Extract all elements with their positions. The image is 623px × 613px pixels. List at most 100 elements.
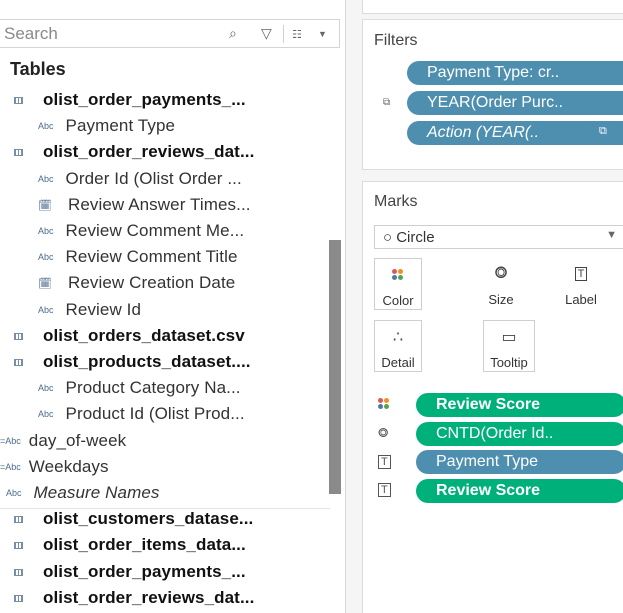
field-label: day_of-week <box>28 431 127 450</box>
field-label: olist_products_dataset.... <box>43 352 251 371</box>
field-label: olist_order_items_data... <box>43 535 246 554</box>
field-item[interactable]: Abc Payment Type <box>0 113 330 139</box>
color-button[interactable]: Color <box>374 258 422 310</box>
table-item[interactable]: olist_order_payments_... <box>0 87 330 113</box>
abc-icon: Abc <box>38 252 54 262</box>
marks-pill-label: Payment Type <box>436 453 538 470</box>
label-icon: T <box>378 455 391 469</box>
table-item[interactable]: olist_orders_dataset.csv <box>0 323 330 349</box>
field-label: Review Comment Title <box>65 247 238 266</box>
field-item[interactable]: Abc Review Comment Me... <box>0 218 330 244</box>
marks-pill-label-review-score[interactable]: Review Score <box>416 479 623 503</box>
view-options-icon[interactable]: ☷ <box>292 28 302 41</box>
tooltip-button-label: Tooltip <box>490 355 528 370</box>
abc-icon: Abc <box>38 121 54 131</box>
label-icon: T <box>378 483 391 497</box>
table-item[interactable]: olist_order_items_data... <box>0 532 330 558</box>
field-item[interactable]: Abc Review Id <box>0 297 330 323</box>
tooltip-button[interactable]: ▭ Tooltip <box>483 320 535 372</box>
abc-icon: Abc <box>38 226 54 236</box>
filter-pill-year-order-purchase[interactable]: YEAR(Order Purc.. <box>407 91 623 115</box>
abc-icon: Abc <box>6 488 22 498</box>
marks-pill-label: Review Score <box>436 396 541 413</box>
size-button-label: Size <box>488 292 514 307</box>
scrollbar[interactable] <box>329 240 341 494</box>
calc-abc-icon: =Abc <box>0 436 21 446</box>
mark-type-value: ○ Circle <box>383 228 435 246</box>
size-icon: ⭗ <box>494 265 508 282</box>
detail-icon: ∴ <box>392 329 404 346</box>
field-label: Review Id <box>65 300 142 319</box>
field-label: Measure Names <box>33 483 160 502</box>
table-item[interactable]: olist_order_reviews_dat... <box>0 585 330 611</box>
size-button[interactable]: ⭗ Size <box>473 258 529 310</box>
filters-title: Filters <box>374 32 418 49</box>
marks-pill-size-cntd-order-id[interactable]: CNTD(Order Id.. <box>416 422 623 446</box>
table-item[interactable]: olist_order_reviews_dat... <box>0 139 330 165</box>
table-icon <box>14 148 23 156</box>
search-box: ⌕ ▽ ☷ ▼ <box>0 19 340 48</box>
filter-icon[interactable]: ▽ <box>261 25 272 42</box>
color-icon <box>392 265 404 285</box>
filter-pill-label: Payment Type: cr.. <box>427 64 560 81</box>
field-item[interactable]: Abc Review Comment Title <box>0 244 330 270</box>
color-button-label: Color <box>382 293 414 308</box>
field-label: Product Id (Olist Prod... <box>65 404 245 423</box>
field-label: Product Category Na... <box>65 378 241 397</box>
label-button[interactable]: T Label <box>553 258 609 310</box>
table-icon <box>14 541 23 549</box>
field-item[interactable]: =Abc Weekdays <box>0 454 330 480</box>
abc-icon: Abc <box>38 383 54 393</box>
section-divider <box>0 508 330 509</box>
toolbar-divider <box>283 25 284 43</box>
field-item[interactable]: Abc Product Category Na... <box>0 375 330 401</box>
label-icon: T <box>574 264 588 284</box>
field-label: Payment Type <box>65 116 176 135</box>
size-icon: ⭗ <box>378 425 389 440</box>
table-item[interactable]: olist_customers_datase... <box>0 506 330 532</box>
detail-button[interactable]: ∴ Detail <box>374 320 422 372</box>
pages-card <box>362 0 623 14</box>
field-item[interactable]: Abc Measure Names <box>0 480 330 506</box>
color-icon <box>378 398 390 413</box>
table-item[interactable]: olist_products_dataset.... <box>0 349 330 375</box>
filter-pill-action-year[interactable]: Action (YEAR(.. ⧉ <box>407 121 623 145</box>
table-icon <box>14 332 23 340</box>
table-icon <box>14 358 23 366</box>
table-item[interactable]: olist_order_payments_... <box>0 559 330 585</box>
filter-pill-payment-type[interactable]: Payment Type: cr.. <box>407 61 623 85</box>
table-icon <box>14 96 23 104</box>
calendar-icon: 🗓 <box>38 199 52 212</box>
field-label: olist_order_payments_... <box>43 90 246 109</box>
marks-pill-label: Review Score <box>436 482 541 499</box>
table-icon <box>14 515 23 523</box>
label-button-label: Label <box>565 292 597 307</box>
field-label: Review Creation Date <box>67 273 236 292</box>
mark-type-dropdown[interactable]: ○ Circle ▼ <box>374 225 623 249</box>
marks-pill-label-payment-type[interactable]: Payment Type <box>416 450 623 474</box>
field-label: Weekdays <box>28 457 109 476</box>
tables-heading: Tables <box>10 59 66 79</box>
field-label: olist_order_reviews_dat... <box>43 588 255 607</box>
table-icon <box>14 568 23 576</box>
search-input[interactable] <box>4 23 224 44</box>
filters-card[interactable]: Filters Payment Type: cr.. ⧉ YEAR(Order … <box>362 19 623 170</box>
abc-icon: Abc <box>38 409 54 419</box>
field-item[interactable]: =Abc day_of-week <box>0 428 330 454</box>
field-item[interactable]: Abc Order Id (Olist Order ... <box>0 166 330 192</box>
marks-pill-color-review-score[interactable]: Review Score <box>416 393 623 417</box>
field-label: olist_order_reviews_dat... <box>43 142 255 161</box>
filter-pill-label: Action (YEAR(.. <box>427 124 540 141</box>
field-label: olist_customers_datase... <box>43 509 254 528</box>
field-item[interactable]: Abc Product Id (Olist Prod... <box>0 401 330 427</box>
field-item[interactable]: 🗓 Review Creation Date <box>0 270 330 296</box>
chevron-down-icon: ▼ <box>606 229 617 241</box>
marks-title: Marks <box>374 193 418 210</box>
abc-icon: Abc <box>38 305 54 315</box>
field-label: olist_orders_dataset.csv <box>43 326 245 345</box>
chevron-down-icon[interactable]: ▼ <box>318 29 327 39</box>
filter-pill-label: YEAR(Order Purc.. <box>427 94 564 111</box>
data-pane: ⌕ ▽ ☷ ▼ Tables olist_order_payments_... A… <box>0 0 345 613</box>
search-icon[interactable]: ⌕ <box>229 25 237 42</box>
field-item[interactable]: 🗓 Review Answer Times... <box>0 192 330 218</box>
